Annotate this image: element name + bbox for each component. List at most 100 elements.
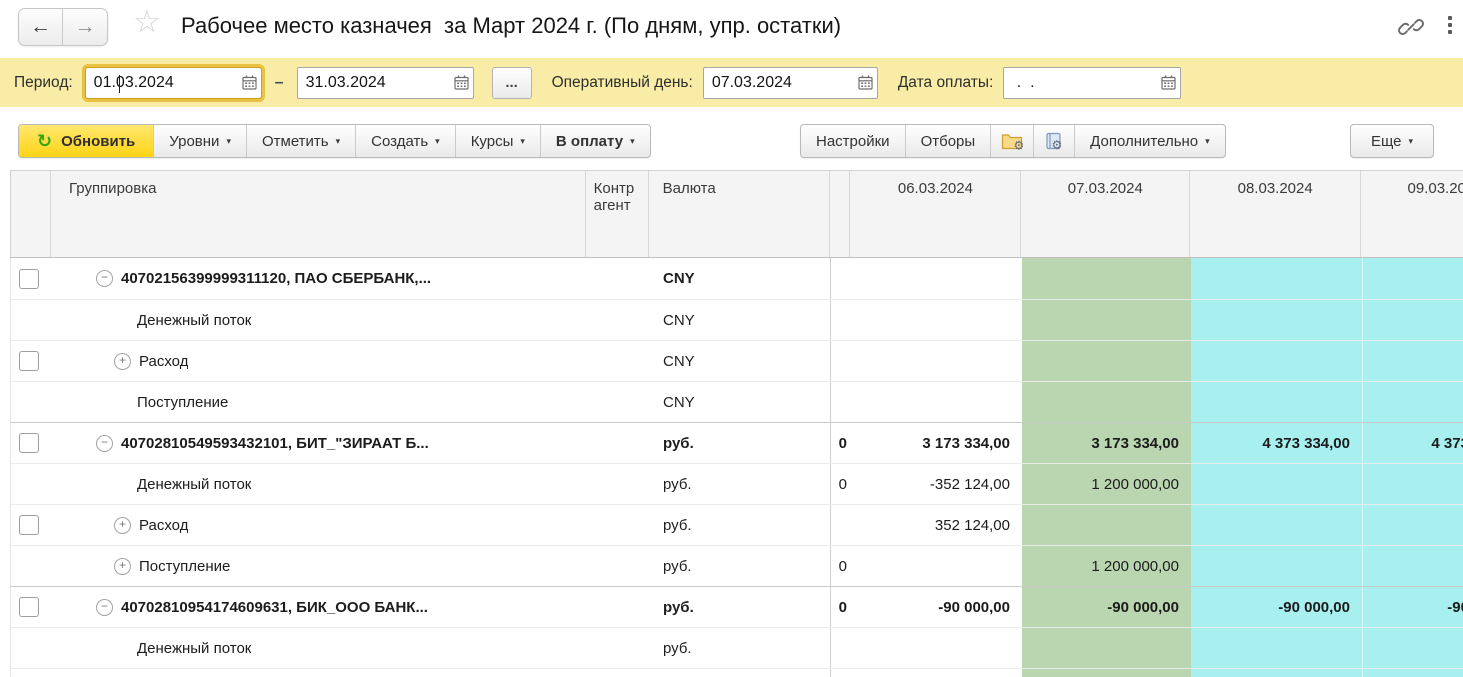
additional-button[interactable]: Дополнительно▾ <box>1074 125 1225 157</box>
chevron-down-icon: ▾ <box>1409 136 1414 147</box>
table-row[interactable]: +Поступлениеруб.01 200 000,00 <box>10 545 1463 586</box>
save-settings-button[interactable]: ⚙ <box>990 125 1033 157</box>
cell-value <box>1022 628 1191 668</box>
treasury-grid: Группировка Контр агент Валюта 06.03.202… <box>10 170 1463 677</box>
table-row[interactable] <box>10 668 1463 677</box>
cell-counterparty <box>586 546 649 586</box>
cell-value <box>1362 669 1463 677</box>
header-counterparty[interactable]: Контр агент <box>586 171 649 257</box>
header-date-08-03[interactable]: 08.03.2024 <box>1190 171 1361 257</box>
table-row[interactable]: −40702810954174609631, БИК_ООО БАНК...ру… <box>10 586 1463 627</box>
cell-select <box>11 587 51 627</box>
cell-select <box>11 505 51 545</box>
cell-select <box>11 464 51 504</box>
calendar-icon[interactable] <box>1157 68 1180 98</box>
row-checkbox[interactable] <box>19 351 39 371</box>
header-currency[interactable]: Валюта <box>649 171 831 257</box>
cell-select <box>11 628 51 668</box>
cell-value <box>1191 300 1362 340</box>
table-row[interactable]: +Расходруб.352 124,00 <box>10 504 1463 545</box>
cell-value <box>1022 300 1191 340</box>
more-button[interactable]: Еще▾ <box>1351 125 1433 157</box>
cell-value <box>1362 464 1463 504</box>
refresh-icon: ↻ <box>37 131 52 152</box>
table-row[interactable]: +РасходCNY <box>10 340 1463 381</box>
table-row[interactable]: −40702156399999311120, ПАО СБЕРБАНК,...C… <box>10 258 1463 299</box>
chevron-down-icon: ▾ <box>1205 136 1210 147</box>
collapse-icon[interactable]: − <box>96 270 113 287</box>
cell-value <box>1362 505 1463 545</box>
cell-select <box>11 423 51 463</box>
table-row[interactable]: ПоступлениеCNY <box>10 381 1463 422</box>
rates-button[interactable]: Курсы▾ <box>455 125 540 157</box>
link-icon[interactable] <box>1398 14 1424 40</box>
header-grouping[interactable]: Группировка <box>51 171 586 257</box>
header-date-07-03[interactable]: 07.03.2024 <box>1021 171 1190 257</box>
filter-bar: Период: – ... Оперативный день: Дата опл… <box>0 58 1463 107</box>
expand-icon[interactable]: + <box>114 558 131 575</box>
selections-button[interactable]: Отборы <box>905 125 991 157</box>
period-from-input[interactable] <box>86 68 238 98</box>
forward-button[interactable]: → <box>63 9 107 45</box>
cell-currency: руб. <box>649 505 831 545</box>
refresh-button[interactable]: ↻Обновить <box>19 125 153 157</box>
create-button[interactable]: Создать▾ <box>355 125 455 157</box>
cell-value <box>1022 382 1191 422</box>
row-checkbox[interactable] <box>19 433 39 453</box>
cell-value: -90 000,00 <box>1191 587 1362 627</box>
to-payment-button[interactable]: В оплату▾ <box>540 125 650 157</box>
payment-date-input[interactable] <box>1004 68 1157 98</box>
cell-value <box>831 258 851 299</box>
report-gear-icon: ⚙ <box>1044 132 1064 151</box>
expand-icon[interactable]: + <box>114 517 131 534</box>
favorite-star-icon[interactable]: ☆ <box>133 4 161 40</box>
row-checkbox[interactable] <box>19 269 39 289</box>
collapse-icon[interactable]: − <box>96 435 113 452</box>
cell-grouping <box>51 669 586 677</box>
cell-select <box>11 341 51 381</box>
period-to-input[interactable] <box>298 68 450 98</box>
table-row[interactable]: Денежный потокруб.0-352 124,001 200 000,… <box>10 463 1463 504</box>
operational-day-input[interactable] <box>704 68 854 98</box>
cell-counterparty <box>586 423 649 463</box>
cell-value <box>831 669 851 677</box>
calendar-icon[interactable] <box>450 68 473 98</box>
row-checkbox[interactable] <box>19 597 39 617</box>
cell-counterparty <box>586 382 649 422</box>
load-settings-button[interactable]: ⚙ <box>1033 125 1074 157</box>
cell-value <box>1191 341 1362 381</box>
calendar-icon[interactable] <box>854 68 877 98</box>
text-caret <box>119 75 120 93</box>
collapse-icon[interactable]: − <box>96 599 113 616</box>
cell-grouping: −40702156399999311120, ПАО СБЕРБАНК,... <box>51 258 586 299</box>
header-date-06-03[interactable]: 06.03.2024 <box>850 171 1021 257</box>
expand-icon[interactable]: + <box>114 353 131 370</box>
payment-date-label: Дата оплаты: <box>898 74 994 92</box>
folder-gear-icon: ⚙ <box>1001 132 1023 151</box>
mark-button[interactable]: Отметить▾ <box>246 125 355 157</box>
cell-value: 0 <box>831 587 851 627</box>
table-row[interactable]: −40702810549593432101, БИТ_"ЗИРААТ Б...р… <box>10 422 1463 463</box>
table-row[interactable]: Денежный потокруб. <box>10 627 1463 668</box>
header-date-09-03[interactable]: 09.03.2024 <box>1361 171 1463 257</box>
levels-button[interactable]: Уровни▾ <box>153 125 246 157</box>
row-label: 40702810549593432101, БИТ_"ЗИРААТ Б... <box>121 435 429 452</box>
cell-currency: руб. <box>649 628 831 668</box>
row-label: Денежный поток <box>137 312 251 329</box>
cell-counterparty <box>586 300 649 340</box>
cell-currency: руб. <box>649 546 831 586</box>
back-button[interactable]: ← <box>19 9 63 45</box>
table-row[interactable]: Денежный потокCNY <box>10 299 1463 340</box>
cell-value <box>1191 628 1362 668</box>
cell-value <box>1022 505 1191 545</box>
cell-grouping: +Поступление <box>51 546 586 586</box>
cell-grouping: −40702810549593432101, БИТ_"ЗИРААТ Б... <box>51 423 586 463</box>
cell-value <box>1362 258 1463 299</box>
period-from-field <box>85 67 262 99</box>
calendar-icon[interactable] <box>238 68 261 98</box>
period-options-button[interactable]: ... <box>492 67 532 99</box>
settings-button[interactable]: Настройки <box>801 125 905 157</box>
row-checkbox[interactable] <box>19 515 39 535</box>
more-menu-icon[interactable] <box>1448 16 1452 34</box>
cell-value: -90 000,00 <box>1362 587 1463 627</box>
